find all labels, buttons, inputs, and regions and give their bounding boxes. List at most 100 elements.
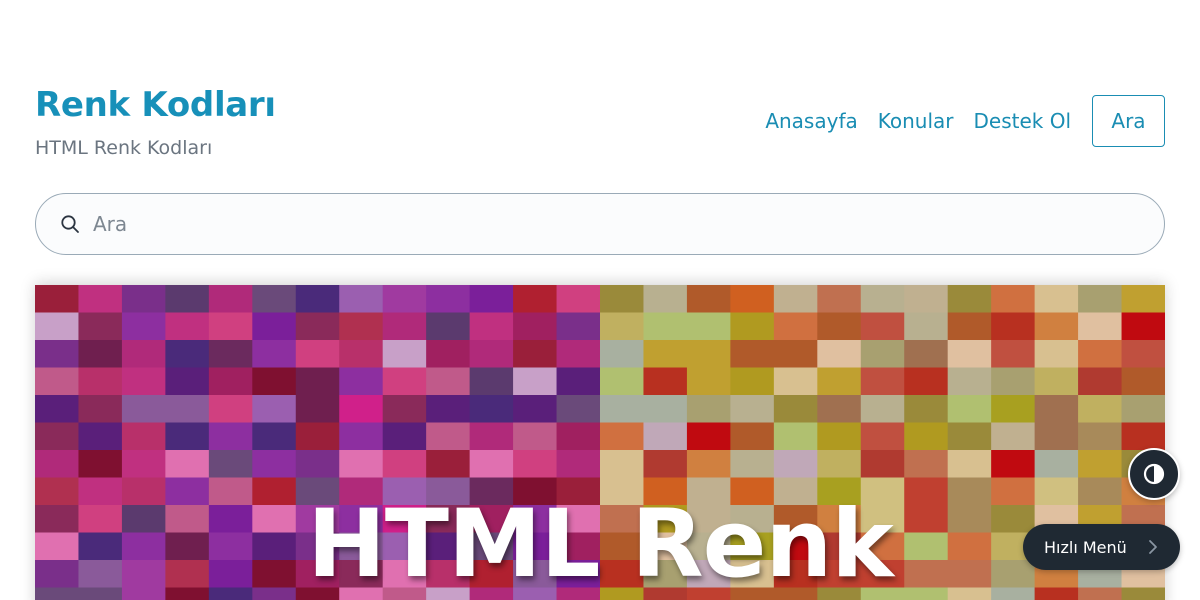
mosaic-tile [773, 422, 818, 451]
search-input[interactable] [93, 212, 1093, 236]
mosaic-tile [947, 422, 992, 451]
mosaic-tile [208, 367, 253, 396]
mosaic-tile [730, 450, 775, 479]
mosaic-tile [1034, 312, 1079, 341]
mosaic-tile [860, 312, 905, 341]
mosaic-tile [339, 312, 384, 341]
mosaic-tile [426, 340, 471, 369]
quick-menu-button[interactable]: Hızlı Menü [1023, 524, 1180, 570]
mosaic-tile [1078, 312, 1123, 341]
contrast-icon [1143, 463, 1165, 485]
mosaic-tile [991, 450, 1036, 479]
mosaic-tile [947, 367, 992, 396]
mosaic-tile [469, 422, 514, 451]
mosaic-tile [78, 367, 123, 396]
mosaic-tile [556, 340, 601, 369]
mosaic-tile [730, 312, 775, 341]
mosaic-tile [600, 450, 645, 479]
mosaic-tile [295, 422, 340, 451]
mosaic-tile [78, 285, 123, 314]
mosaic-tile [643, 450, 688, 479]
site-title[interactable]: Renk Kodları [35, 85, 276, 125]
nav-link-support[interactable]: Destek Ol [973, 109, 1071, 133]
mosaic-tile [252, 312, 297, 341]
mosaic-tile [860, 367, 905, 396]
mosaic-tile [1034, 285, 1079, 314]
mosaic-tile [600, 285, 645, 314]
mosaic-tile [773, 285, 818, 314]
mosaic-tile [513, 340, 558, 369]
mosaic-tile [382, 450, 427, 479]
mosaic-tile [556, 422, 601, 451]
mosaic-tile [35, 395, 80, 424]
mosaic-tile [817, 422, 862, 451]
mosaic-tile [35, 367, 80, 396]
mosaic-tile [817, 285, 862, 314]
mosaic-tile [295, 395, 340, 424]
mosaic-tile [730, 367, 775, 396]
mosaic-tile [904, 285, 949, 314]
mosaic-tile [426, 285, 471, 314]
mosaic-tile [600, 395, 645, 424]
mosaic-tile [817, 395, 862, 424]
mosaic-tile [121, 450, 166, 479]
mosaic-tile [121, 340, 166, 369]
mosaic-tile [208, 422, 253, 451]
mosaic-tile [1121, 312, 1165, 341]
nav-link-topics[interactable]: Konular [878, 109, 954, 133]
mosaic-tile [600, 422, 645, 451]
mosaic-tile [121, 422, 166, 451]
mosaic-tile [339, 285, 384, 314]
mosaic-tile [686, 285, 731, 314]
mosaic-tile [382, 312, 427, 341]
mosaic-tile [991, 367, 1036, 396]
mosaic-tile [556, 312, 601, 341]
hero-banner: HTML Renk [35, 285, 1165, 600]
mosaic-tile [947, 340, 992, 369]
mosaic-tile [860, 422, 905, 451]
mosaic-tile [121, 285, 166, 314]
mosaic-tile [469, 450, 514, 479]
mosaic-tile [35, 285, 80, 314]
mosaic-tile [904, 312, 949, 341]
mosaic-tile [904, 450, 949, 479]
theme-toggle-button[interactable] [1128, 448, 1180, 500]
mosaic-tile [1034, 422, 1079, 451]
mosaic-tile [469, 340, 514, 369]
mosaic-tile [904, 395, 949, 424]
mosaic-tile [513, 312, 558, 341]
mosaic-tile [947, 450, 992, 479]
mosaic-tile [339, 450, 384, 479]
search-button[interactable]: Ara [1092, 95, 1165, 147]
mosaic-tile [991, 395, 1036, 424]
site-subtitle: HTML Renk Kodları [35, 137, 213, 159]
mosaic-tile [1034, 340, 1079, 369]
mosaic-tile [1034, 395, 1079, 424]
mosaic-tile [339, 422, 384, 451]
mosaic-tile [339, 340, 384, 369]
mosaic-tile [730, 422, 775, 451]
mosaic-tile [121, 312, 166, 341]
mosaic-tile [208, 340, 253, 369]
mosaic-tile [686, 340, 731, 369]
mosaic-tile [1078, 285, 1123, 314]
mosaic-tile [991, 340, 1036, 369]
search-bar[interactable] [35, 193, 1165, 255]
mosaic-tile [1078, 422, 1123, 451]
mosaic-tile [556, 367, 601, 396]
mosaic-tile [295, 312, 340, 341]
mosaic-tile [1078, 395, 1123, 424]
mosaic-tile [1078, 450, 1123, 479]
mosaic-tile [1121, 367, 1165, 396]
mosaic-tile [165, 340, 210, 369]
nav-link-home[interactable]: Anasayfa [765, 109, 857, 133]
mosaic-tile [817, 367, 862, 396]
mosaic-tile [600, 340, 645, 369]
mosaic-tile [208, 312, 253, 341]
mosaic-tile [35, 312, 80, 341]
site-header: Renk Kodları HTML Renk Kodları Anasayfa … [35, 85, 1165, 165]
mosaic-tile [382, 340, 427, 369]
mosaic-tile [817, 340, 862, 369]
mosaic-tile [252, 285, 297, 314]
mosaic-tile [643, 422, 688, 451]
